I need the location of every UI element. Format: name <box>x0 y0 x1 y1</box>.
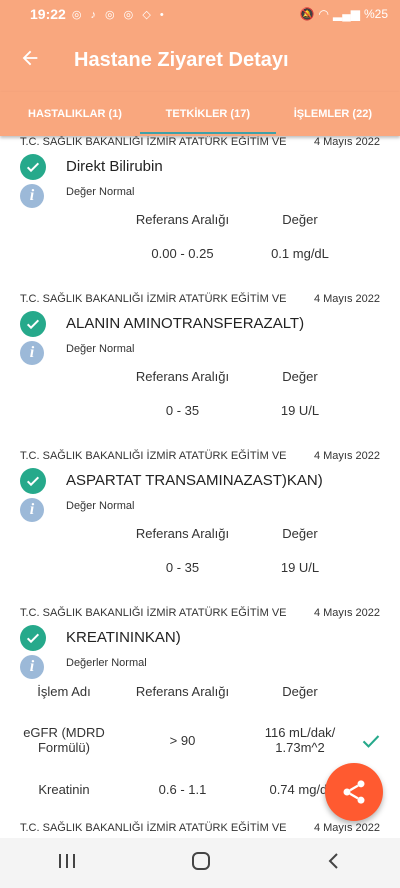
ref-range-header: Referans Aralığı <box>135 526 230 541</box>
test-name: ASPARTAT TRANSAMINAZAST)KAN) <box>66 472 323 489</box>
battery-text: %25 <box>363 7 388 21</box>
list-item: T.C. SAĞLIK BAKANLIĞI İZMİR ATATÜRK EĞİT… <box>0 293 400 450</box>
list-item: T.C. SAĞLIK BAKANLIĞI İZMİR ATATÜRK EĞİT… <box>0 450 400 607</box>
share-icon <box>343 780 365 804</box>
status-time: 19:22 <box>30 6 66 22</box>
test-list[interactable]: T.C. SAĞLIK BAKANLIĞI İZMİR ATATÜRK EĞİT… <box>0 136 400 838</box>
test-date: 4 Mayıs 2022 <box>313 450 380 462</box>
tab-bar: HASTALIKLAR (1) TETKİKLER (17) İŞLEMLER … <box>0 92 400 136</box>
ref-range-value: 0.00 - 0.25 <box>151 246 214 261</box>
test-status: Değer Normal <box>66 186 135 198</box>
test-date: 4 Mayıs 2022 <box>313 136 380 148</box>
recent-apps-icon[interactable] <box>56 851 78 876</box>
value-header: Değer <box>282 369 318 384</box>
list-item: T.C. SAĞLIK BAKANLIĞI İZMİR ATATÜRK EĞİT… <box>0 822 400 838</box>
test-status: Değerler Normal <box>66 657 147 669</box>
ref-range-header: Referans Aralığı <box>135 684 230 699</box>
test-value-line: 116 mL/dak/ <box>264 725 336 740</box>
page-title: Hastane Ziyaret Detayı <box>74 48 289 71</box>
process-name: eGFR (MDRD Formülü) <box>18 725 110 755</box>
test-status: Değer Normal <box>66 500 135 512</box>
test-name: Direkt Bilirubin <box>66 158 163 175</box>
tab-procedures[interactable]: İŞLEMLER (22) <box>294 92 372 136</box>
mute-icon: 🔕 <box>299 7 315 21</box>
hospital-name: T.C. SAĞLIK BAKANLIĞI İZMİR ATATÜRK EĞİT… <box>20 136 287 148</box>
ref-range-value: > 90 <box>169 733 196 748</box>
tab-diseases[interactable]: HASTALIKLAR (1) <box>28 92 122 136</box>
test-value: 0.1 mg/dL <box>271 246 329 261</box>
check-circle-icon <box>20 311 46 337</box>
app-bar: Hastane Ziyaret Detayı <box>0 28 400 92</box>
ref-range-value: 0 - 35 <box>165 560 200 575</box>
home-icon[interactable] <box>190 850 212 877</box>
signal-icon: ▂▄▆ <box>333 7 360 21</box>
status-bar: 19:22 ◎ ♪ ◎ ◎ ◇ • 🔕 ◠ ▂▄▆ %25 <box>0 0 400 28</box>
system-nav-bar <box>0 838 400 888</box>
test-status: Değer Normal <box>66 343 135 355</box>
process-name: Kreatinin <box>38 782 90 797</box>
test-date: 4 Mayıs 2022 <box>313 293 380 305</box>
back-icon[interactable] <box>324 851 344 876</box>
status-right: 🔕 ◠ ▂▄▆ %25 <box>300 7 388 21</box>
process-name-line: eGFR (MDRD <box>23 725 105 740</box>
process-name-header: İşlem Adı <box>37 684 91 699</box>
list-item: T.C. SAĞLIK BAKANLIĞI İZMİR ATATÜRK EĞİT… <box>0 136 400 293</box>
ref-range-header: Referans Aralığı <box>135 212 230 227</box>
info-icon[interactable]: i <box>20 498 44 522</box>
hospital-name: T.C. SAĞLIK BAKANLIĞI İZMİR ATATÜRK EĞİT… <box>20 450 287 462</box>
info-icon[interactable]: i <box>20 184 44 208</box>
check-circle-icon <box>20 625 46 651</box>
check-mark-icon <box>360 731 382 756</box>
value-header: Değer <box>282 212 318 227</box>
check-circle-icon <box>20 154 46 180</box>
hospital-name: T.C. SAĞLIK BAKANLIĞI İZMİR ATATÜRK EĞİT… <box>20 607 287 619</box>
test-date: 4 Mayıs 2022 <box>313 822 380 834</box>
test-name: ALANIN AMINOTRANSFERAZALT) <box>66 315 305 332</box>
hospital-name: T.C. SAĞLIK BAKANLIĞI İZMİR ATATÜRK EĞİT… <box>20 293 287 305</box>
value-header: Değer <box>282 526 318 541</box>
check-circle-icon <box>20 468 46 494</box>
test-value-line: 1.73m^2 <box>275 740 325 755</box>
test-value: 116 mL/dak/ 1.73m^2 <box>245 725 355 755</box>
test-value: 19 U/L <box>280 403 320 418</box>
hospital-name: T.C. SAĞLIK BAKANLIĞI İZMİR ATATÜRK EĞİT… <box>20 822 287 834</box>
test-date: 4 Mayıs 2022 <box>313 607 380 619</box>
test-name: KREATININKAN) <box>66 629 181 646</box>
tab-tests[interactable]: TETKİKLER (17) <box>139 92 277 136</box>
info-icon[interactable]: i <box>20 655 44 679</box>
wifi-icon: ◠ <box>318 7 329 21</box>
test-value: 19 U/L <box>280 560 320 575</box>
info-icon[interactable]: i <box>20 341 44 365</box>
value-header: Değer <box>282 684 318 699</box>
notification-icons: ◎ ♪ ◎ ◎ ◇ • <box>71 8 167 21</box>
ref-range-header: Referans Aralığı <box>135 369 230 384</box>
process-name-line: Formülü) <box>37 740 90 755</box>
ref-range-value: 0.6 - 1.1 <box>158 782 207 797</box>
share-button[interactable] <box>325 763 383 821</box>
back-arrow-icon[interactable] <box>0 45 60 76</box>
ref-range-value: 0 - 35 <box>165 403 200 418</box>
